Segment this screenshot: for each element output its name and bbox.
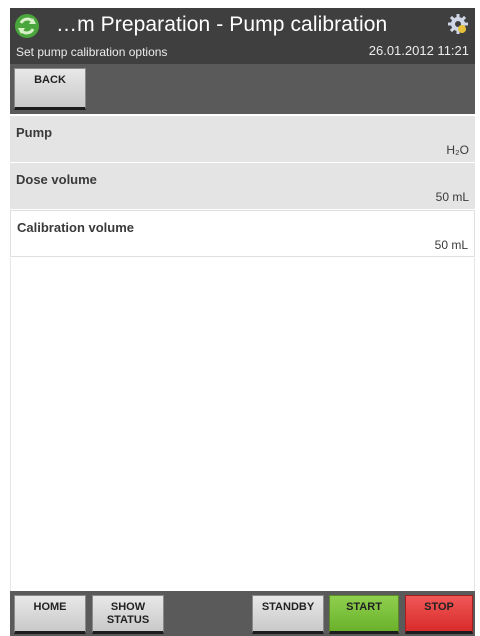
datetime-display: 26.01.2012 11:21 [368, 43, 469, 58]
option-row-dose-volume[interactable]: Dose volume 50 mL [10, 163, 475, 210]
gear-icon[interactable] [447, 13, 469, 35]
option-label: Calibration volume [17, 220, 135, 235]
page-subtitle: Set pump calibration options [16, 45, 168, 59]
option-label: Dose volume [16, 172, 97, 187]
option-value: 50 mL [434, 238, 468, 252]
home-button[interactable]: HOME [14, 595, 86, 634]
toolbar: BACK [10, 64, 475, 114]
option-value: H₂O [446, 143, 469, 157]
stop-button[interactable]: STOP [405, 595, 473, 634]
page-title: …m Preparation - Pump calibration [56, 13, 388, 36]
start-button[interactable]: START [329, 595, 399, 634]
bottom-bar: HOME SHOW STATUS STANDBY START STOP [10, 591, 475, 636]
back-button[interactable]: BACK [14, 68, 86, 110]
standby-button[interactable]: STANDBY [252, 595, 324, 634]
title-bar: …m Preparation - Pump calibration Set pu… [10, 8, 475, 64]
option-list: Pump H₂O Dose volume 50 mL Calibration v… [10, 116, 475, 257]
content-area [10, 258, 475, 591]
option-row-calibration-volume[interactable]: Calibration volume 50 mL [10, 210, 475, 257]
option-value: 50 mL [435, 190, 469, 204]
recycle-icon [15, 14, 39, 38]
option-label: Pump [16, 125, 53, 140]
option-row-pump[interactable]: Pump H₂O [10, 116, 475, 163]
show-status-button[interactable]: SHOW STATUS [92, 595, 164, 634]
